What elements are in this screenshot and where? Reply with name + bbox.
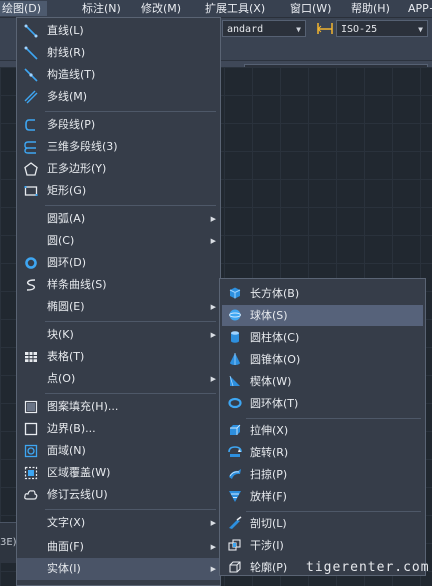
revolve-icon [228,445,242,459]
submenu-arrow-icon: ▶ [210,215,216,223]
submenu-item-loft[interactable]: 放样(F) [220,486,425,507]
boundary-icon [24,422,38,436]
submenu-arrow-icon: ▶ [210,543,216,551]
submenu-item-wedge[interactable]: 楔体(W) [220,371,425,392]
cylinder-icon [228,330,242,344]
menu-modify[interactable]: 修改(M) [141,1,181,16]
submenu-item-box[interactable]: 长方体(B) [220,283,425,304]
menu-item-table[interactable]: 表格(T) [17,346,220,368]
submenu-arrow-icon: ▶ [210,303,216,311]
menu-item-ray[interactable]: 射线(R) [17,42,220,64]
menu-item-3d-polyline[interactable]: 三维多段线(3) [17,136,220,158]
extrude-icon [228,423,242,437]
cone-icon [228,352,242,366]
submenu-item-extrude[interactable]: 拉伸(X) [220,420,425,441]
ray-icon [24,46,38,60]
multiline-icon [24,90,38,104]
submenu-item-cylinder[interactable]: 圆柱体(C) [220,327,425,348]
submenu-item-revolve[interactable]: 旋转(R) [220,442,425,463]
menu-item-polygon[interactable]: 正多边形(Y) [17,158,220,180]
menu-bar: 绘图(D) 标注(N) 修改(M) 扩展工具(X) 窗口(W) 帮助(H) AP… [0,0,432,18]
polyline-icon [24,118,38,132]
menu-item-hatch[interactable]: 图案填充(H)... [17,396,220,418]
hatch-icon [24,400,38,414]
menu-dimension[interactable]: 标注(N) [82,1,121,16]
solid-submenu: 长方体(B) 球体(S) 圆柱体(C) 圆锥体(O) 楔体(W) 圆环体(T) … [219,278,426,576]
menu-item-rectangle[interactable]: 矩形(G) [17,180,220,202]
profile-icon [228,560,242,574]
submenu-item-sweep[interactable]: 扫掠(P) [220,464,425,485]
submenu-arrow-icon: ▶ [210,237,216,245]
menu-item-revision-cloud[interactable]: 修订云线(U) [17,484,220,506]
menu-item-construction-line[interactable]: 构造线(T) [17,64,220,86]
dim-style-combo[interactable]: ISO-25 ▼ [336,20,428,37]
sweep-icon [228,467,242,481]
menu-app[interactable]: APP+ [408,1,432,16]
slice-icon [228,516,242,530]
menu-separator [45,111,216,112]
box-icon [228,286,242,300]
wedge-icon [228,374,242,388]
menu-item-solid[interactable]: 实体(I) ▶ [17,558,220,580]
table-icon [24,350,38,364]
menu-item-boundary[interactable]: 边界(B)... [17,418,220,440]
menu-window[interactable]: 窗口(W) [290,1,331,16]
submenu-item-slice[interactable]: 剖切(L) [220,513,425,534]
menu-item-multiline[interactable]: 多线(M) [17,86,220,108]
rectangle-icon [24,184,38,198]
chevron-down-icon: ▼ [418,25,423,34]
menu-separator [45,509,216,510]
line-icon [24,24,38,38]
submenu-arrow-icon: ▶ [210,375,216,383]
menu-separator [246,511,421,512]
draw-menu: 直线(L) 射线(R) 构造线(T) 多线(M) 多段线(P) 三维多段线(3)… [16,17,221,586]
torus-icon [228,396,242,410]
menu-item-polyline[interactable]: 多段线(P) [17,114,220,136]
submenu-arrow-icon: ▶ [210,565,216,573]
menu-item-spline[interactable]: 样条曲线(S) [17,274,220,296]
submenu-item-sphere[interactable]: 球体(S) [222,305,423,326]
menu-item-surface[interactable]: 曲面(F) ▶ [17,536,220,558]
menu-item-line[interactable]: 直线(L) [17,20,220,42]
menu-item-block[interactable]: 块(K) ▶ [17,324,220,346]
submenu-arrow-icon: ▶ [210,519,216,527]
submenu-item-torus[interactable]: 圆环体(T) [220,393,425,414]
text-style-combo[interactable]: andard ▼ [222,20,306,37]
watermark-text: tigerenter.com [306,560,430,575]
menu-item-donut[interactable]: 圆环(D) [17,252,220,274]
menu-separator [45,205,216,206]
loft-icon [228,489,242,503]
chevron-down-icon: ▼ [296,25,301,34]
interfere-icon [228,538,242,552]
menu-separator [45,321,216,322]
dim-style-value: ISO-25 [341,24,378,35]
region-icon [24,444,38,458]
dim-style-icon [316,21,334,36]
command-line-text: 3E) [0,537,17,548]
submenu-arrow-icon: ▶ [210,331,216,339]
wipeout-icon [24,466,38,480]
menu-item-point[interactable]: 点(O) ▶ [17,368,220,390]
menu-item-arc[interactable]: 圆弧(A) ▶ [17,208,220,230]
menu-item-region[interactable]: 面域(N) [17,440,220,462]
sphere-icon [228,308,242,322]
menu-item-ellipse[interactable]: 椭圆(E) ▶ [17,296,220,318]
revision-cloud-icon [24,488,38,502]
polygon-icon [24,162,38,176]
construction-line-icon [24,68,38,82]
menu-item-wipeout[interactable]: 区域覆盖(W) [17,462,220,484]
text-style-value: andard [227,24,264,35]
submenu-item-interfere[interactable]: 干涉(I) [220,535,425,556]
menu-help[interactable]: 帮助(H) [351,1,390,16]
donut-icon [24,256,38,270]
menu-separator [246,418,421,419]
menu-extend-tools[interactable]: 扩展工具(X) [205,1,265,16]
spline-icon [24,278,38,292]
3d-polyline-icon [24,140,38,154]
menu-separator [45,393,216,394]
menu-item-text[interactable]: 文字(X) ▶ [17,512,220,534]
menu-item-circle[interactable]: 圆(C) ▶ [17,230,220,252]
submenu-item-cone[interactable]: 圆锥体(O) [220,349,425,370]
menu-draw[interactable]: 绘图(D) [0,1,48,16]
